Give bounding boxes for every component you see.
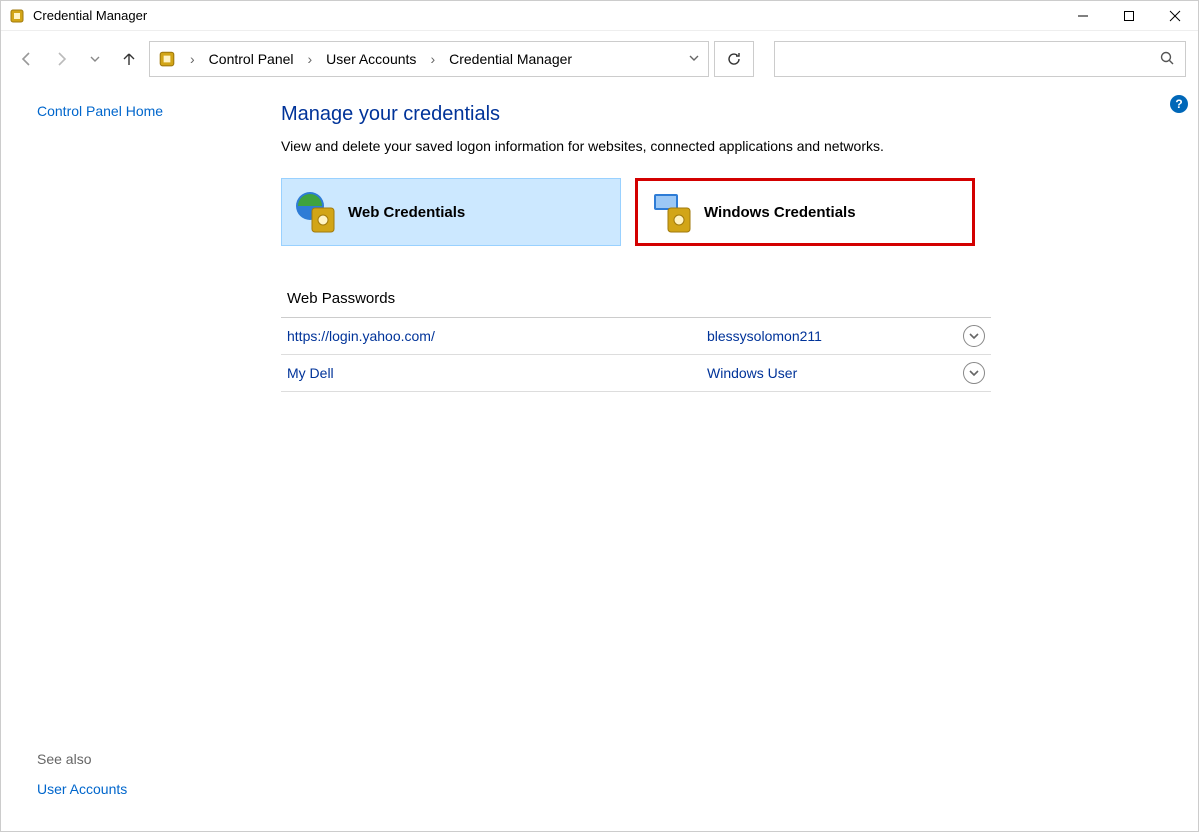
credential-site: https://login.yahoo.com/: [287, 328, 707, 344]
page-heading: Manage your credentials: [281, 103, 1158, 126]
close-button[interactable]: [1152, 1, 1198, 30]
address-bar[interactable]: › Control Panel › User Accounts › Creden…: [149, 41, 709, 77]
chevron-right-icon: ›: [302, 51, 319, 67]
search-box[interactable]: [774, 41, 1186, 77]
user-accounts-link[interactable]: User Accounts: [37, 781, 127, 797]
minimize-button[interactable]: [1060, 1, 1106, 30]
control-panel-home-link[interactable]: Control Panel Home: [37, 103, 251, 119]
up-button[interactable]: [115, 45, 143, 73]
content-area: Manage your credentials View and delete …: [251, 85, 1198, 825]
location-icon: [158, 50, 176, 68]
breadcrumb-item[interactable]: User Accounts: [322, 49, 420, 69]
nav-row: › Control Panel › User Accounts › Creden…: [1, 41, 1198, 77]
window-title: Credential Manager: [33, 8, 147, 23]
app-icon: [9, 8, 25, 24]
credential-row[interactable]: https://login.yahoo.com/ blessysolomon21…: [281, 318, 991, 355]
chevron-right-icon: ›: [184, 51, 201, 67]
breadcrumb-item[interactable]: Control Panel: [205, 49, 298, 69]
help-button[interactable]: ?: [1170, 95, 1188, 113]
see-also-label: See also: [37, 751, 127, 767]
titlebar: Credential Manager: [1, 1, 1198, 31]
refresh-button[interactable]: [714, 41, 754, 77]
page-subheading: View and delete your saved logon informa…: [281, 138, 1158, 154]
tab-label: Windows Credentials: [704, 204, 856, 221]
windows-credentials-tab[interactable]: Windows Credentials: [635, 178, 975, 246]
chevron-down-icon[interactable]: [688, 51, 700, 67]
breadcrumb-item[interactable]: Credential Manager: [445, 49, 576, 69]
web-passwords-heading: Web Passwords: [281, 286, 991, 318]
help-icon: ?: [1175, 97, 1182, 111]
sidebar: Control Panel Home See also User Account…: [1, 85, 251, 825]
monitor-vault-icon: [648, 188, 696, 236]
forward-button[interactable]: [47, 45, 75, 73]
web-credentials-tab[interactable]: Web Credentials: [281, 178, 621, 246]
globe-vault-icon: [292, 188, 340, 236]
credential-user: Windows User: [707, 365, 963, 381]
expand-button[interactable]: [963, 362, 985, 384]
window-controls: [1060, 1, 1198, 30]
expand-button[interactable]: [963, 325, 985, 347]
chevron-right-icon: ›: [424, 51, 441, 67]
tab-label: Web Credentials: [348, 204, 465, 221]
maximize-button[interactable]: [1106, 1, 1152, 30]
recent-locations-button[interactable]: [81, 45, 109, 73]
credential-site: My Dell: [287, 365, 707, 381]
back-button[interactable]: [13, 45, 41, 73]
credential-user: blessysolomon211: [707, 328, 963, 344]
search-icon: [1159, 50, 1175, 69]
credential-row[interactable]: My Dell Windows User: [281, 355, 991, 392]
